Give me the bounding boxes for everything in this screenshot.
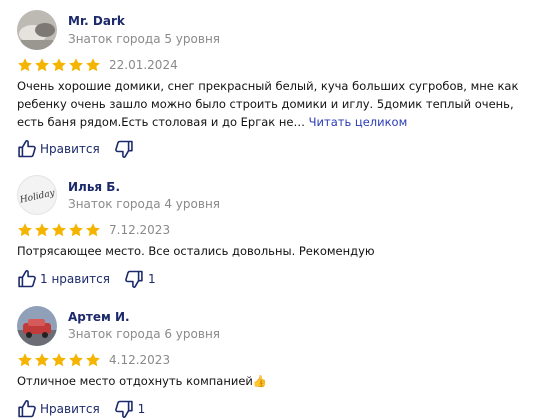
avatar[interactable] bbox=[17, 306, 57, 346]
star-icon bbox=[34, 222, 50, 238]
star-icon bbox=[85, 222, 101, 238]
like-button[interactable]: 1 нравится bbox=[17, 269, 110, 289]
review-date: 22.01.2024 bbox=[109, 58, 178, 72]
like-label: Нравится bbox=[40, 142, 100, 156]
star-icon bbox=[51, 222, 67, 238]
author-name[interactable]: Илья Б. bbox=[68, 180, 120, 194]
star-icon bbox=[85, 352, 101, 368]
avatar-logo-text: Holiday bbox=[18, 188, 56, 206]
review-date: 7.12.2023 bbox=[109, 223, 171, 237]
star-icon bbox=[17, 222, 33, 238]
author-level: Знаток города 5 уровня bbox=[68, 32, 221, 46]
star-icon bbox=[34, 57, 50, 73]
star-icon bbox=[51, 352, 67, 368]
review-card: Артем И. Знаток города 6 уровня 4.12.202… bbox=[0, 300, 547, 414]
thumbs-down-icon bbox=[114, 139, 134, 159]
review-card: Mr. Dark Знаток города 5 уровня 22.01.20… bbox=[0, 0, 547, 170]
avatar-logo: Holiday bbox=[18, 188, 56, 206]
like-button[interactable]: Нравится bbox=[17, 399, 100, 419]
review-text: Потрясающее место. Все остались довольны… bbox=[17, 244, 375, 258]
rating-stars bbox=[17, 222, 101, 238]
star-icon bbox=[17, 57, 33, 73]
rating-stars bbox=[17, 57, 101, 73]
author-level: Знаток города 6 уровня bbox=[68, 327, 221, 341]
review-actions: Нравится bbox=[17, 138, 138, 160]
author-name[interactable]: Mr. Dark bbox=[68, 14, 125, 28]
review-actions: Нравится 1 bbox=[17, 398, 145, 420]
review-text: Отличное место отдохнуть компанией👍 bbox=[17, 374, 268, 388]
author-level: Знаток города 4 уровня bbox=[68, 197, 221, 211]
like-label: 1 нравится bbox=[40, 272, 110, 286]
thumbs-up-icon bbox=[17, 139, 37, 159]
thumbs-down-icon bbox=[114, 399, 134, 419]
read-more-link[interactable]: Читать целиком bbox=[309, 115, 408, 129]
thumbs-down-icon bbox=[124, 269, 144, 289]
thumbs-up-icon bbox=[17, 399, 37, 419]
review-card: Holiday Илья Б. Знаток города 4 уровня 7… bbox=[0, 170, 547, 300]
star-icon bbox=[51, 57, 67, 73]
review-actions: 1 нравится 1 bbox=[17, 268, 156, 290]
star-icon bbox=[68, 57, 84, 73]
review-text-body: Очень хорошие домики, снег прекрасный бе… bbox=[17, 79, 519, 129]
thumbs-up-icon bbox=[17, 269, 37, 289]
dislike-count: 1 bbox=[147, 272, 156, 286]
star-icon bbox=[68, 352, 84, 368]
star-icon bbox=[17, 352, 33, 368]
dislike-button[interactable]: 1 bbox=[114, 399, 145, 419]
avatar-photo bbox=[17, 10, 57, 50]
star-icon bbox=[85, 57, 101, 73]
star-icon bbox=[34, 352, 50, 368]
dislike-button[interactable] bbox=[114, 139, 138, 159]
avatar[interactable]: Holiday bbox=[17, 175, 57, 215]
star-icon bbox=[68, 222, 84, 238]
review-date: 4.12.2023 bbox=[109, 353, 171, 367]
rating-stars bbox=[17, 352, 101, 368]
dislike-button[interactable]: 1 bbox=[124, 269, 156, 289]
avatar[interactable] bbox=[17, 10, 57, 50]
like-button[interactable]: Нравится bbox=[17, 139, 100, 159]
review-text: Очень хорошие домики, снег прекрасный бе… bbox=[17, 77, 537, 131]
avatar-photo bbox=[17, 306, 57, 346]
author-name[interactable]: Артем И. bbox=[68, 310, 130, 324]
